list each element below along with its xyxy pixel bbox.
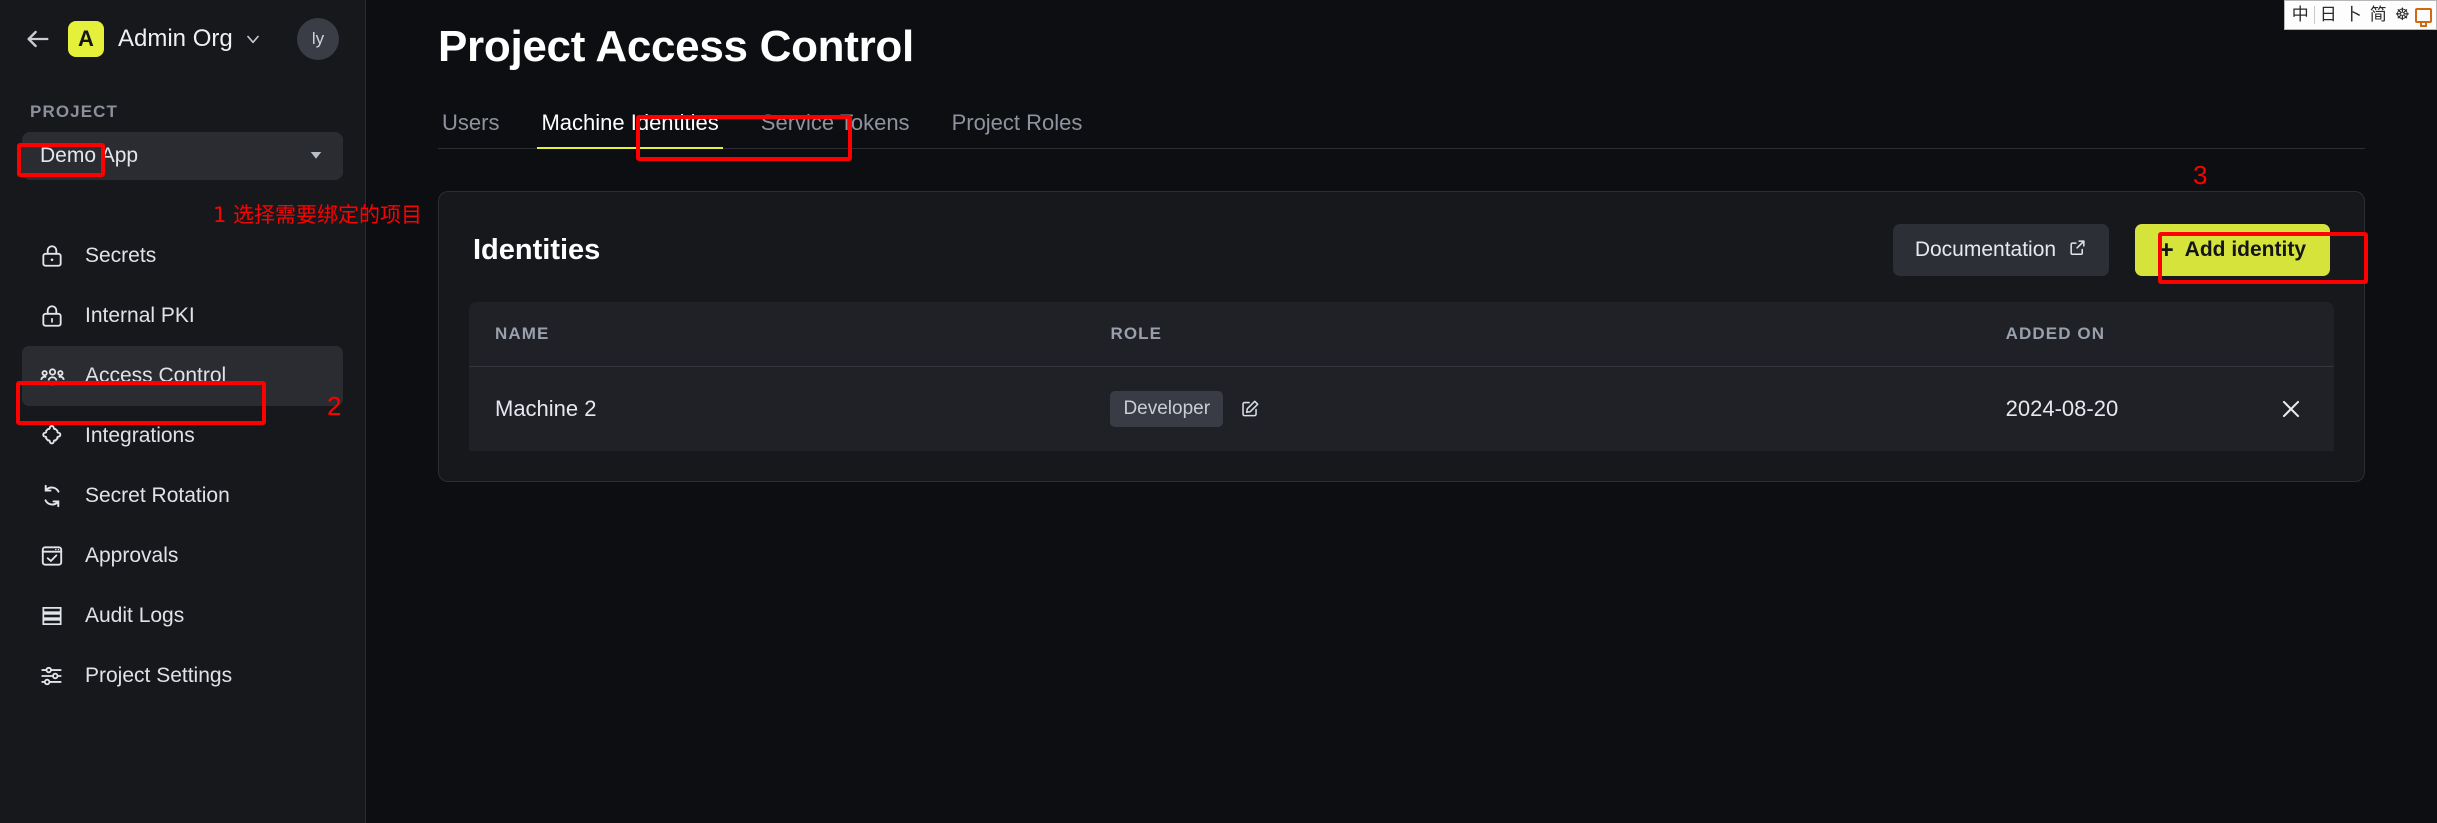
- main-content: Project Access Control Users Machine Ide…: [366, 0, 2437, 823]
- sidebar-item-integrations[interactable]: Integrations: [22, 406, 343, 466]
- identities-card-header: Identities Documentation + Add identity: [469, 218, 2334, 302]
- close-x-icon[interactable]: [2248, 396, 2334, 422]
- identities-card-actions: Documentation + Add identity: [1892, 224, 2330, 276]
- edit-pencil-icon[interactable]: [1239, 398, 1261, 420]
- project-select-wrap: Demo App: [0, 132, 365, 180]
- page-title: Project Access Control: [438, 22, 914, 71]
- tab-machine-identities[interactable]: Machine Identities: [537, 110, 724, 149]
- list-rows-icon: [38, 602, 66, 630]
- keyboard-icon[interactable]: [2415, 7, 2432, 27]
- arrow-left-icon[interactable]: [22, 23, 54, 55]
- cell-actions: [2222, 366, 2334, 451]
- table-row[interactable]: Machine 2 Developer 2024-08-20: [469, 366, 2334, 451]
- chevron-down-icon[interactable]: [243, 29, 263, 49]
- sidebar-item-label: Audit Logs: [85, 604, 185, 627]
- avatar[interactable]: ly: [297, 18, 339, 60]
- column-header-actions: [2222, 302, 2334, 367]
- ime-item[interactable]: 日: [2317, 6, 2340, 24]
- refresh-cycle-icon: [38, 482, 66, 510]
- plus-icon: +: [2159, 235, 2174, 264]
- identities-card: Identities Documentation + Add identity: [438, 191, 2365, 482]
- project-section-label: PROJECT: [30, 102, 118, 121]
- sidebar-item-secret-rotation[interactable]: Secret Rotation: [22, 466, 343, 526]
- sidebar-item-internal-pki[interactable]: Internal PKI: [22, 286, 343, 346]
- sidebar-nav: Secrets Internal PKI Access Control Inte…: [0, 226, 365, 706]
- sidebar-item-label: Secrets: [85, 244, 157, 267]
- sidebar-header: A Admin Org ly: [0, 0, 365, 78]
- table-header-row: NAME ROLE ADDED ON: [469, 302, 2334, 367]
- ime-separator: [2313, 6, 2315, 24]
- identities-title: Identities: [473, 233, 601, 266]
- add-identity-label: Add identity: [2184, 238, 2306, 261]
- role-cell: Developer: [1110, 391, 1979, 427]
- sidebar-item-label: Access Control: [85, 364, 227, 387]
- sidebar-item-audit-logs[interactable]: Audit Logs: [22, 586, 343, 646]
- annotation-step2-number: 2: [327, 391, 342, 421]
- org-name[interactable]: Admin Org: [118, 25, 233, 53]
- ime-item[interactable]: 简: [2367, 6, 2390, 24]
- sidebar-item-label: Secret Rotation: [85, 484, 230, 507]
- sidebar-item-secrets[interactable]: Secrets: [22, 226, 343, 286]
- external-link-icon: [2068, 238, 2087, 263]
- sidebar-item-label: Project Settings: [85, 664, 233, 687]
- project-select-value: Demo App: [40, 144, 139, 167]
- sliders-icon: [38, 662, 66, 690]
- checkbox-window-icon: [38, 542, 66, 570]
- lock-closed-icon: [38, 302, 66, 330]
- sidebar-item-label: Integrations: [85, 424, 195, 447]
- role-badge: Developer: [1110, 391, 1224, 427]
- tab-bar: Users Machine Identities Service Tokens …: [438, 110, 2365, 149]
- sidebar: A Admin Org ly PROJECT Demo App Secrets …: [0, 0, 366, 823]
- puzzle-piece-icon: [38, 422, 66, 450]
- column-header-role: ROLE: [1084, 302, 1980, 367]
- ime-item[interactable]: 中: [2289, 6, 2312, 24]
- project-select[interactable]: Demo App: [22, 132, 343, 180]
- tab-users[interactable]: Users: [438, 110, 503, 148]
- users-group-icon: [38, 362, 66, 390]
- ime-item[interactable]: ☸: [2392, 6, 2413, 24]
- org-badge: A: [68, 21, 104, 57]
- sidebar-item-project-settings[interactable]: Project Settings: [22, 646, 343, 706]
- sidebar-item-label: Approvals: [85, 544, 179, 567]
- column-header-name: NAME: [469, 302, 1085, 367]
- identities-table: NAME ROLE ADDED ON Machine 2 Developer 2…: [469, 302, 2334, 451]
- sidebar-item-access-control[interactable]: Access Control: [22, 346, 343, 406]
- annotation-step1-text: 1 选择需要绑定的项目: [213, 203, 423, 227]
- sidebar-item-label: Internal PKI: [85, 304, 195, 327]
- tab-service-tokens[interactable]: Service Tokens: [757, 110, 914, 148]
- cell-name: Machine 2: [469, 366, 1085, 451]
- app-root: A Admin Org ly PROJECT Demo App Secrets …: [0, 0, 2437, 823]
- documentation-button[interactable]: Documentation: [1892, 224, 2110, 276]
- chevron-down-icon: [307, 146, 325, 167]
- sidebar-item-approvals[interactable]: Approvals: [22, 526, 343, 586]
- identities-table-body: Machine 2 Developer 2024-08-20: [469, 366, 2334, 451]
- cell-role: Developer: [1084, 366, 1980, 451]
- tab-project-roles[interactable]: Project Roles: [948, 110, 1087, 148]
- column-header-added-on: ADDED ON: [1979, 302, 2223, 367]
- ime-item[interactable]: 卜: [2342, 6, 2365, 24]
- ime-toolbar[interactable]: 中 日 卜 简 ☸: [2283, 0, 2437, 30]
- cell-added-on: 2024-08-20: [1979, 366, 2223, 451]
- add-identity-button[interactable]: + Add identity: [2135, 224, 2330, 276]
- lock-icon: [38, 242, 66, 270]
- identities-table-head: NAME ROLE ADDED ON: [469, 302, 2334, 367]
- annotation-step3-number: 3: [2193, 160, 2208, 190]
- documentation-label: Documentation: [1914, 238, 2057, 261]
